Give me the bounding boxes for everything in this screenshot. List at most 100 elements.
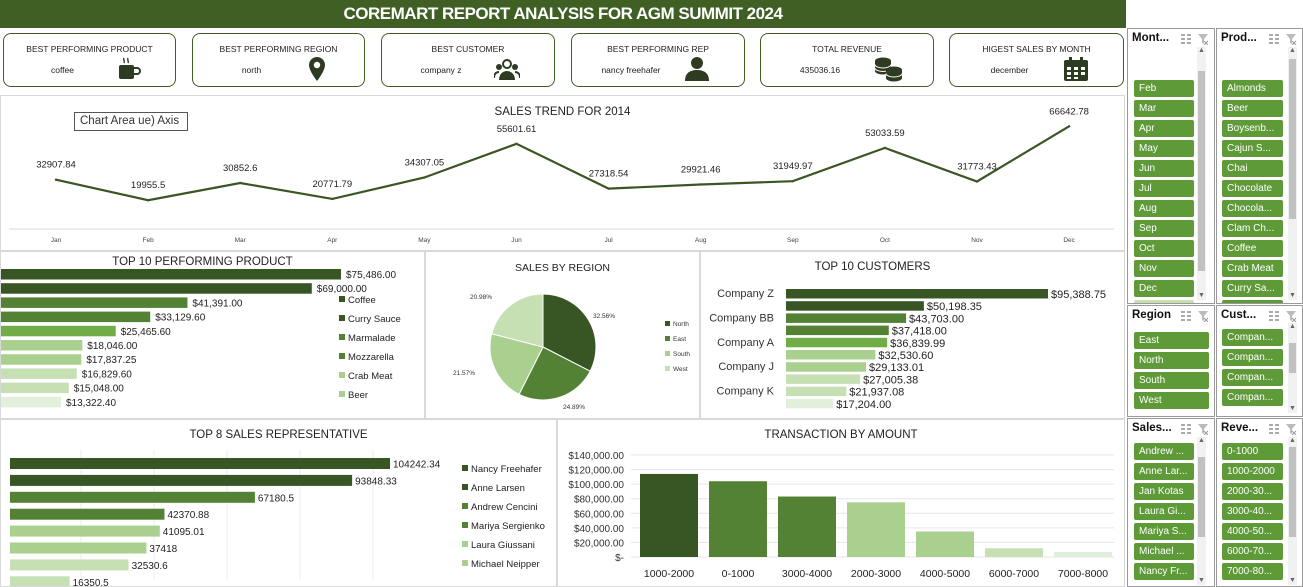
scroll-down-icon[interactable]: ▼ — [1288, 577, 1297, 585]
slicer-item[interactable]: Chocola... — [1222, 200, 1283, 217]
slicer-scrollbar[interactable]: ▲ ▼ — [1288, 323, 1297, 413]
slicer-item[interactable]: Michael ... — [1134, 543, 1194, 560]
top-reps-chart[interactable]: 104242.34 93848.33 67180.5 42370.88 41095.01… — [1, 420, 557, 587]
slicer-item[interactable]: Sep — [1134, 220, 1194, 237]
slicer-item[interactable]: Andrew ... — [1134, 443, 1194, 460]
slicer-item[interactable]: Laura Gi... — [1134, 503, 1194, 520]
rep-bar — [10, 458, 390, 469]
slicer-item[interactable]: <01/01/2... — [1134, 300, 1194, 303]
slicer-scrollbar[interactable]: ▲ ▼ — [1197, 437, 1206, 585]
slicer-item[interactable]: Mariya S... — [1134, 523, 1194, 540]
clear-filter-icon[interactable] — [1285, 310, 1297, 322]
slicer-item[interactable]: North — [1134, 352, 1209, 369]
slicer-item[interactable]: Jun — [1134, 160, 1194, 177]
slicer-revenue[interactable]: Reve... 0-1000 1000-2000 2000-30... 3000-40.… — [1216, 418, 1303, 587]
top-customers-chart[interactable]: $95,388.75 $50,198.35$43,703.00$37,418.00… — [701, 252, 1125, 419]
multi-select-icon[interactable] — [1180, 310, 1192, 322]
scroll-thumb[interactable] — [1198, 71, 1205, 271]
sales-region-panel[interactable]: SALES BY REGION 32.56% 24.89% 21.57% 20.98%… — [425, 251, 700, 419]
clear-filter-icon[interactable] — [1285, 33, 1297, 45]
scroll-up-icon[interactable]: ▲ — [1197, 437, 1206, 445]
scroll-down-icon[interactable]: ▼ — [1197, 577, 1206, 585]
clear-filter-icon[interactable] — [1197, 310, 1209, 322]
slicer-item[interactable]: South — [1134, 372, 1209, 389]
slicer-item[interactable]: Curry Sa... — [1222, 280, 1283, 297]
slicer-item[interactable]: Beer — [1222, 100, 1283, 117]
slicer-item[interactable]: Compan... — [1222, 389, 1283, 406]
trend-x-tick: Jan — [51, 237, 62, 244]
top-products-panel[interactable]: TOP 10 PERFORMING PRODUCT $75,486.00 $69,… — [0, 251, 425, 419]
slicer-item[interactable]: West — [1134, 392, 1209, 409]
slicer-item[interactable]: Dried Ap... — [1222, 300, 1283, 303]
slicer-region[interactable]: Region East North South West — [1127, 305, 1215, 417]
clear-filter-icon[interactable] — [1197, 33, 1209, 45]
multi-select-icon[interactable] — [1268, 33, 1280, 45]
slicer-scrollbar[interactable]: ▲ ▼ — [1197, 47, 1206, 300]
slicer-item[interactable]: Cajun S... — [1222, 140, 1283, 157]
slicer-item[interactable]: Boysenb... — [1222, 120, 1283, 137]
slicer-item[interactable]: Nov — [1134, 260, 1194, 277]
scroll-down-icon[interactable]: ▼ — [1288, 292, 1297, 300]
slicer-item[interactable]: Chai — [1222, 160, 1283, 177]
slicer-item[interactable]: 1000-2000 — [1222, 463, 1283, 480]
slicer-item[interactable]: Coffee — [1222, 240, 1283, 257]
slicer-item[interactable]: Compan... — [1222, 369, 1283, 386]
transaction-amount-chart[interactable]: $- $20,000.00 $40,000.00 $60,000.00 $80,000.… — [558, 420, 1125, 587]
scroll-up-icon[interactable]: ▲ — [1288, 47, 1297, 55]
slicer-item[interactable]: Dec — [1134, 280, 1194, 297]
multi-select-icon[interactable] — [1268, 423, 1280, 435]
slicer-item[interactable]: Almonds — [1222, 80, 1283, 97]
scroll-thumb[interactable] — [1289, 447, 1296, 537]
scroll-up-icon[interactable]: ▲ — [1288, 437, 1297, 445]
scroll-up-icon[interactable]: ▲ — [1288, 323, 1297, 331]
slicer-item[interactable]: Anne Lar... — [1134, 463, 1194, 480]
slicer-item[interactable]: Clam Ch... — [1222, 220, 1283, 237]
scroll-down-icon[interactable]: ▼ — [1197, 292, 1206, 300]
multi-select-icon[interactable] — [1180, 423, 1192, 435]
slicer-item[interactable]: 3000-40... — [1222, 503, 1283, 520]
slicer-item[interactable]: Feb — [1134, 80, 1194, 97]
scroll-up-icon[interactable]: ▲ — [1197, 47, 1206, 55]
slicer-item[interactable]: Mar — [1134, 100, 1194, 117]
multi-select-icon[interactable] — [1180, 33, 1192, 45]
customer-axis-label: Company Z — [717, 288, 774, 300]
slicer-item[interactable]: May — [1134, 140, 1194, 157]
top-customers-panel[interactable]: TOP 10 CUSTOMERS $95,388.75 $50,198.35 $43… — [700, 251, 1125, 419]
slicer-item[interactable]: 7000-80... — [1222, 563, 1283, 580]
top-reps-panel[interactable]: TOP 8 SALES REPRESENTATIVE 104242.34 9384… — [0, 419, 557, 587]
slicer-sales-reps[interactable]: Sales... Andrew ... Anne Lar... Jan Kotas La… — [1127, 418, 1215, 587]
slicer-item[interactable]: Aug — [1134, 200, 1194, 217]
slicer-item[interactable]: 4000-50... — [1222, 523, 1283, 540]
slicer-item[interactable]: East — [1134, 332, 1209, 349]
slicer-item[interactable]: Compan... — [1222, 329, 1283, 346]
customer-bar — [786, 386, 847, 397]
slicer-item[interactable]: Jan Kotas — [1134, 483, 1194, 500]
slicer-item[interactable]: Chocolate — [1222, 180, 1283, 197]
trend-data-label: 53033.59 — [865, 128, 905, 139]
slicer-item[interactable]: Jul — [1134, 180, 1194, 197]
scroll-thumb[interactable] — [1198, 457, 1205, 537]
slicer-item[interactable]: Crab Meat — [1222, 260, 1283, 277]
slicer-products[interactable]: Prod... Almonds Beer Boysenb... Cajun S... Ch… — [1216, 28, 1303, 304]
slicer-customers[interactable]: Cust... Compan... Compan... Compan... Compan… — [1216, 305, 1303, 417]
slicer-scrollbar[interactable]: ▲ ▼ — [1288, 437, 1297, 585]
slicer-item[interactable]: 2000-30... — [1222, 483, 1283, 500]
scroll-thumb[interactable] — [1289, 59, 1296, 219]
sales-region-chart[interactable]: 32.56% 24.89% 21.57% 20.98% North East South We… — [426, 252, 700, 419]
multi-select-icon[interactable] — [1268, 310, 1280, 322]
top-products-chart[interactable]: $75,486.00 $69,000.00 $41,391.00 $33,129.60… — [1, 252, 425, 419]
trend-data-label: 32907.84 — [36, 160, 76, 171]
transaction-amount-panel[interactable]: TRANSACTION BY AMOUNT $- $20,000.00 $40,00… — [557, 419, 1125, 587]
scroll-thumb[interactable] — [1289, 343, 1296, 373]
slicer-item[interactable]: Compan... — [1222, 349, 1283, 366]
slicer-item[interactable]: Nancy Fr... — [1134, 563, 1194, 580]
clear-filter-icon[interactable] — [1197, 423, 1209, 435]
clear-filter-icon[interactable] — [1285, 423, 1297, 435]
slicer-scrollbar[interactable]: ▲ ▼ — [1288, 47, 1297, 300]
slicer-item[interactable]: 0-1000 — [1222, 443, 1283, 460]
slicer-item[interactable]: 6000-70... — [1222, 543, 1283, 560]
scroll-down-icon[interactable]: ▼ — [1288, 405, 1297, 413]
slicer-months[interactable]: Mont... Feb Mar Apr May Jun Jul Aug Sep Oct Nov Dec… — [1127, 28, 1215, 304]
slicer-item[interactable]: Apr — [1134, 120, 1194, 137]
slicer-item[interactable]: Oct — [1134, 240, 1194, 257]
